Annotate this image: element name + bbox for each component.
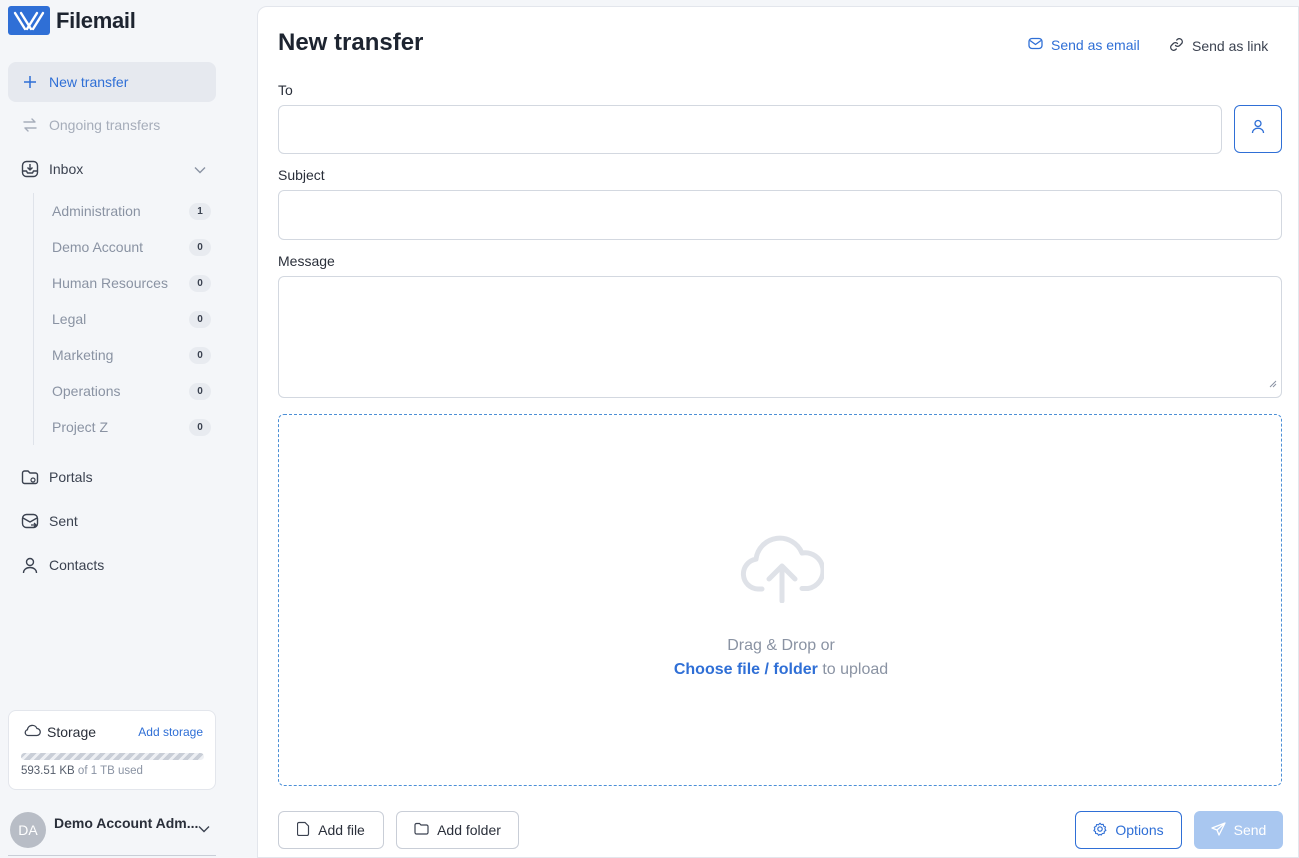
storage-title-label: Storage xyxy=(47,723,97,740)
nav-contacts[interactable]: Contacts xyxy=(8,545,216,585)
nav-sent-label: Sent xyxy=(49,513,78,529)
plus-icon xyxy=(21,73,39,91)
divider xyxy=(8,855,216,856)
account-menu[interactable]: DA Demo Account Adm... xyxy=(10,812,216,848)
cloud-upload-icon xyxy=(740,533,826,608)
inbox-folder-marketing[interactable]: Marketing 0 xyxy=(34,337,214,373)
to-label: To xyxy=(278,82,293,98)
folder-label: Operations xyxy=(52,383,121,399)
folder-label: Project Z xyxy=(52,419,109,435)
nav-ongoing-transfers-label: Ongoing transfers xyxy=(49,117,161,133)
inbox-folder-administration[interactable]: Administration 1 xyxy=(34,193,214,229)
send-button[interactable]: Send xyxy=(1194,811,1283,849)
link-separator: / xyxy=(760,661,774,678)
count-badge: 0 xyxy=(189,347,211,364)
nav-new-transfer[interactable]: New transfer xyxy=(8,62,216,102)
file-icon xyxy=(297,821,310,839)
message-label: Message xyxy=(278,253,335,269)
options-label: Options xyxy=(1115,822,1164,838)
avatar: DA xyxy=(10,812,46,848)
inbox-folder-list: Administration 1 Demo Account 0 Human Re… xyxy=(33,193,213,445)
folder-label: Demo Account xyxy=(52,239,144,255)
pick-contacts-button[interactable] xyxy=(1234,105,1282,153)
dropzone-choose-row: Choose file / folder to upload xyxy=(279,661,1283,679)
send-label: Send xyxy=(1233,822,1267,838)
inbox-folder-demo-account[interactable]: Demo Account 0 xyxy=(34,229,214,265)
storage-title: Storage xyxy=(23,723,96,740)
dropzone-instructions: Drag & Drop or xyxy=(727,637,835,654)
subject-label: Subject xyxy=(278,167,325,183)
user-icon xyxy=(21,556,39,574)
subject-input[interactable] xyxy=(278,190,1282,240)
portal-folder-icon xyxy=(21,468,39,486)
resize-grip-icon[interactable] xyxy=(1268,375,1277,393)
sent-icon xyxy=(21,512,39,530)
brand-name: Filemail xyxy=(56,7,136,33)
count-badge: 0 xyxy=(189,383,211,400)
chevron-down-icon xyxy=(198,820,210,838)
page-title: New transfer xyxy=(278,29,424,56)
send-as-link-label: Send as link xyxy=(1192,38,1269,54)
inbox-folder-legal[interactable]: Legal 0 xyxy=(34,301,214,337)
inbox-folder-project-z[interactable]: Project Z 0 xyxy=(34,409,214,445)
nav-inbox-label: Inbox xyxy=(49,161,84,177)
gear-icon xyxy=(1093,822,1107,839)
folder-label: Marketing xyxy=(52,347,114,363)
nav-portals-label: Portals xyxy=(49,469,93,485)
storage-of-total: of 1 TB used xyxy=(77,765,143,777)
filemail-logo-icon xyxy=(8,6,50,35)
send-as-link-tab[interactable]: Send as link xyxy=(1169,37,1268,55)
nav-sent[interactable]: Sent xyxy=(8,501,216,541)
account-name: Demo Account Adm... xyxy=(54,815,199,831)
cloud-icon xyxy=(23,723,41,740)
message-textarea[interactable] xyxy=(278,276,1282,398)
logo[interactable]: Filemail xyxy=(8,6,136,35)
inbox-folder-human-resources[interactable]: Human Resources 0 xyxy=(34,265,214,301)
file-dropzone[interactable]: Drag & Drop or Choose file / folder to u… xyxy=(278,414,1282,786)
nav-ongoing-transfers[interactable]: Ongoing transfers xyxy=(8,105,216,145)
folder-icon xyxy=(414,822,429,838)
chevron-down-icon xyxy=(194,161,206,177)
count-badge: 1 xyxy=(189,203,211,220)
nav-contacts-label: Contacts xyxy=(49,557,105,573)
envelope-icon xyxy=(1028,37,1043,53)
sidebar: Filemail New transfer Ongoing transfers … xyxy=(0,0,256,858)
add-storage-link[interactable]: Add storage xyxy=(138,725,203,739)
paper-plane-icon xyxy=(1210,821,1226,839)
options-button[interactable]: Options xyxy=(1075,811,1182,849)
add-file-label: Add file xyxy=(318,822,365,838)
nav-portals[interactable]: Portals xyxy=(8,457,216,497)
nav-inbox[interactable]: Inbox xyxy=(8,149,216,189)
add-folder-label: Add folder xyxy=(437,822,501,838)
storage-usage-text: 593.51 KB of 1 TB used xyxy=(21,765,143,777)
count-badge: 0 xyxy=(189,311,211,328)
choose-file-link[interactable]: Choose file xyxy=(674,661,760,678)
new-transfer-panel: New transfer Send as email Send as link … xyxy=(257,6,1299,858)
send-as-email-tab[interactable]: Send as email xyxy=(1028,37,1140,53)
inbox-folder-operations[interactable]: Operations 0 xyxy=(34,373,214,409)
storage-usage-bar xyxy=(21,753,204,760)
inbox-icon xyxy=(21,160,39,178)
link-icon xyxy=(1169,37,1184,55)
add-folder-button[interactable]: Add folder xyxy=(396,811,519,849)
user-icon xyxy=(1251,119,1265,139)
send-as-email-label: Send as email xyxy=(1051,37,1140,53)
upload-suffix: to upload xyxy=(817,661,889,678)
folder-label: Human Resources xyxy=(52,275,168,291)
count-badge: 0 xyxy=(189,419,211,436)
transfer-arrows-icon xyxy=(21,116,39,134)
count-badge: 0 xyxy=(189,275,211,292)
folder-label: Administration xyxy=(52,203,141,219)
to-input[interactable] xyxy=(278,105,1222,154)
count-badge: 0 xyxy=(189,239,211,256)
add-file-button[interactable]: Add file xyxy=(278,811,384,849)
choose-folder-link[interactable]: folder xyxy=(773,661,817,678)
nav-new-transfer-label: New transfer xyxy=(49,74,129,90)
storage-card: Storage Add storage 593.51 KB of 1 TB us… xyxy=(8,710,216,790)
folder-label: Legal xyxy=(52,311,87,327)
storage-used: 593.51 KB xyxy=(21,765,75,777)
